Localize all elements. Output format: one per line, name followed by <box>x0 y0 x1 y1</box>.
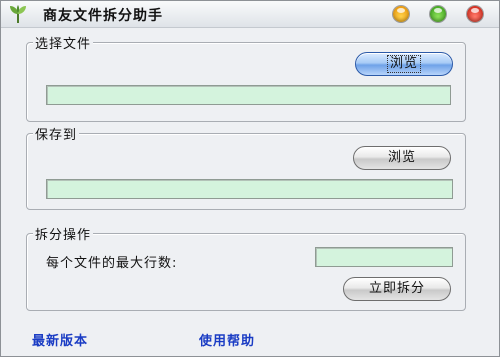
select-file-group: 选择文件 浏览 <box>26 33 466 122</box>
save-to-path-input[interactable] <box>46 179 453 199</box>
save-to-group: 保存到 浏览 <box>26 124 466 210</box>
max-rows-label: 每个文件的最大行数: <box>46 256 178 271</box>
split-operation-group-title: 拆分操作 <box>33 224 94 243</box>
app-window: 商友文件拆分助手 选择文件 浏览 保存到 浏览 拆分操作 每个文件的最大行数: … <box>0 0 500 357</box>
select-file-path-input[interactable] <box>46 85 451 105</box>
close-icon[interactable] <box>467 6 483 22</box>
select-file-browse-label: 浏览 <box>386 55 421 73</box>
select-file-browse-button[interactable]: 浏览 <box>355 52 453 76</box>
split-now-button[interactable]: 立即拆分 <box>343 277 451 301</box>
split-operation-group: 拆分操作 每个文件的最大行数: 立即拆分 <box>26 224 466 311</box>
save-to-browse-label: 浏览 <box>387 150 416 165</box>
window-title: 商友文件拆分助手 <box>43 8 163 24</box>
save-to-group-title: 保存到 <box>33 124 80 143</box>
maximize-icon[interactable] <box>430 6 446 22</box>
max-rows-input[interactable] <box>315 247 453 267</box>
help-link[interactable]: 使用帮助 <box>199 330 255 349</box>
leaf-logo-icon <box>10 5 26 23</box>
latest-version-link[interactable]: 最新版本 <box>32 330 88 349</box>
select-file-group-title: 选择文件 <box>33 33 94 52</box>
title-bar[interactable]: 商友文件拆分助手 <box>1 1 499 28</box>
save-to-browse-button[interactable]: 浏览 <box>353 146 451 170</box>
split-now-label: 立即拆分 <box>368 281 425 296</box>
minimize-icon[interactable] <box>393 6 409 22</box>
